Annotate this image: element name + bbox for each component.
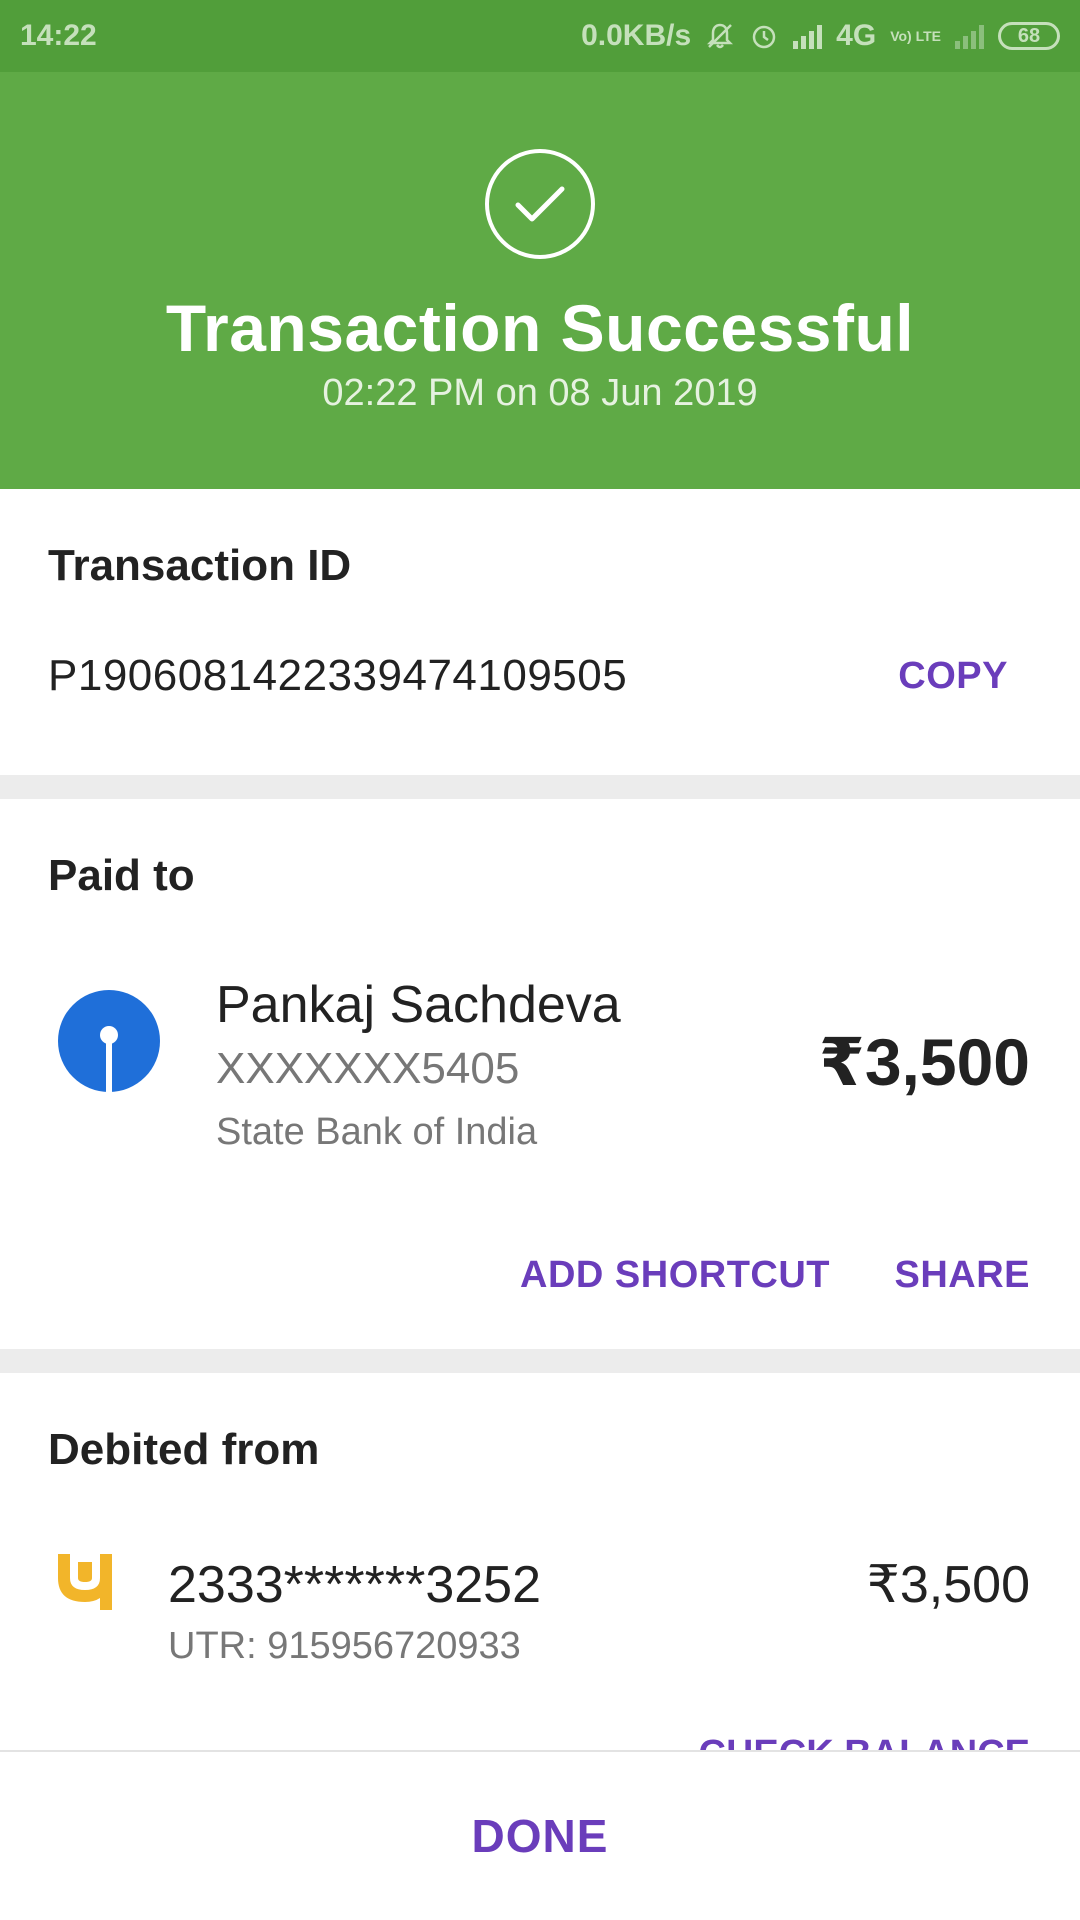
bottom-action-bar: DONE	[0, 1750, 1080, 1920]
network-type: 4G	[836, 19, 877, 52]
debited-from-label: Debited from	[48, 1425, 320, 1474]
volte-icon: Vo) LTE	[890, 27, 941, 44]
pnb-logo-icon	[54, 1548, 116, 1610]
status-icons: 0.0KB/s 4G Vo) LTE 68	[581, 19, 1060, 53]
success-header: Transaction Successful 02:22 PM on 08 Ju…	[0, 72, 1080, 489]
paid-to-section: Paid to Pankaj Sachdeva XXXXXXX5405 Stat…	[0, 799, 1080, 1349]
debit-account: 2333*******3252	[168, 1556, 542, 1614]
copy-button[interactable]: COPY	[898, 655, 1008, 698]
page-title: Transaction Successful	[165, 291, 915, 365]
battery-icon: 68	[998, 22, 1060, 50]
section-divider	[0, 775, 1080, 799]
bell-muted-icon	[705, 21, 735, 51]
status-bar: 14:22 0.0KB/s 4G Vo) LTE 68	[0, 0, 1080, 72]
payee-bank: State Bank of India	[216, 1111, 538, 1153]
sbi-logo-icon	[58, 990, 160, 1092]
transaction-screen: 14:22 0.0KB/s 4G Vo) LTE 68 Transaction …	[0, 0, 1080, 1920]
battery-level: 68	[1017, 24, 1041, 47]
signal-icon	[793, 23, 823, 49]
payee-amount: ₹3,500	[818, 1025, 1030, 1099]
done-button[interactable]: DONE	[472, 1809, 609, 1863]
section-divider	[0, 1349, 1080, 1373]
debit-amount: ₹3,500	[866, 1556, 1030, 1614]
signal-2-icon	[955, 23, 984, 49]
alarm-icon	[749, 21, 779, 51]
utr-number: UTR: 915956720933	[168, 1625, 521, 1667]
payee-account: XXXXXXX5405	[216, 1044, 520, 1093]
transaction-id-section: Transaction ID P1906081422339474109505 C…	[0, 489, 1080, 775]
check-circle-icon	[485, 149, 595, 259]
share-button[interactable]: SHARE	[894, 1254, 1030, 1297]
payee-name: Pankaj Sachdeva	[216, 976, 621, 1034]
transaction-id-value: P1906081422339474109505	[48, 651, 628, 700]
status-time: 14:22	[20, 19, 97, 52]
paid-to-label: Paid to	[48, 851, 195, 900]
transaction-id-label: Transaction ID	[48, 541, 352, 590]
add-shortcut-button[interactable]: ADD SHORTCUT	[520, 1254, 830, 1297]
transaction-datetime: 02:22 PM on 08 Jun 2019	[322, 372, 758, 414]
network-speed: 0.0KB/s	[581, 19, 692, 52]
